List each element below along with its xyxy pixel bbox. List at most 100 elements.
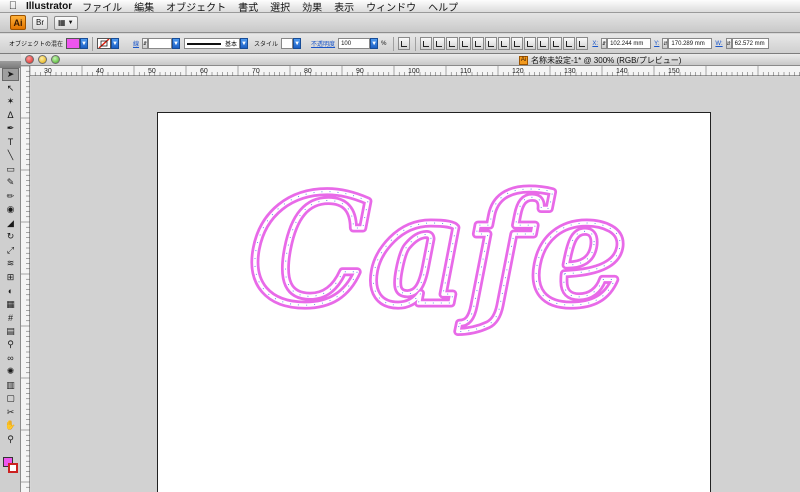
ruler-label: 100	[408, 68, 420, 75]
ruler-label: 120	[512, 68, 524, 75]
graphic-style-swatch[interactable]	[281, 38, 294, 49]
paintbrush-tool-icon[interactable]: ✎	[2, 176, 19, 189]
minimize-window-icon[interactable]	[38, 55, 47, 64]
menu-object[interactable]: オブジェクト	[166, 0, 226, 14]
align-top-icon[interactable]	[459, 37, 472, 50]
menu-edit[interactable]: 編集	[134, 0, 154, 14]
close-window-icon[interactable]	[25, 55, 34, 64]
x-input[interactable]: 102.244 mm	[607, 38, 652, 49]
ruler-label: 50	[148, 68, 156, 75]
distribute-bottom-icon[interactable]	[524, 37, 537, 50]
zoom-tool-icon[interactable]: ⚲	[2, 433, 19, 446]
eyedropper-tool-icon[interactable]: ⚲	[2, 338, 19, 351]
arrange-documents-button[interactable]: ▦ ▼	[54, 15, 78, 30]
align-right-icon[interactable]	[446, 37, 459, 50]
document-title-bar: Ai 名称未設定-1* @ 300% (RGB/プレビュー)	[21, 54, 800, 66]
stroke-profile-dropdown-icon[interactable]: ▼	[240, 38, 249, 49]
illustrator-screen:  Illustrator ファイル 編集 オブジェクト 書式 選択 効果 表示…	[0, 0, 800, 492]
column-graph-tool-icon[interactable]: ▥	[2, 379, 19, 392]
stroke-color-box[interactable]	[8, 463, 18, 473]
scale-tool-icon[interactable]: ⤢	[2, 244, 19, 257]
eraser-tool-icon[interactable]: ◢	[2, 217, 19, 230]
control-bar: オブジェクトの混在 ▼ ▼ 線 ⇵ ▼ 基本 ▼ スタイル ▼ 不透明度 100…	[0, 34, 800, 54]
symbol-sprayer-tool-icon[interactable]: ✺	[2, 365, 19, 378]
divider	[393, 36, 395, 51]
fill-dropdown-icon[interactable]: ▼	[80, 38, 89, 49]
menu-type[interactable]: 書式	[238, 0, 258, 14]
selection-tool-icon[interactable]: ➤	[2, 68, 19, 81]
app-name-menu[interactable]: Illustrator	[26, 1, 72, 12]
artwork-layer: Cafe Cafe Cafe	[246, 159, 632, 344]
stroke-none-swatch[interactable]	[97, 38, 112, 49]
divider	[92, 36, 94, 51]
line-tool-icon[interactable]: ╲	[2, 149, 19, 162]
gradient-tool-icon[interactable]: ▤	[2, 325, 19, 338]
free-transform-tool-icon[interactable]: ⊞	[2, 271, 19, 284]
y-input[interactable]: 170.289 mm	[668, 38, 713, 49]
magic-wand-tool-icon[interactable]: ✶	[2, 95, 19, 108]
menu-select[interactable]: 選択	[270, 0, 290, 14]
align-bottom-icon[interactable]	[485, 37, 498, 50]
distribute-left-icon[interactable]	[537, 37, 550, 50]
direct-selection-tool-icon[interactable]: ↖	[2, 82, 19, 95]
blend-tool-icon[interactable]: ∞	[2, 352, 19, 365]
horizontal-ruler[interactable]: 30 40 50 60 70 80 90 100 110 120 130 140 150	[29, 66, 800, 76]
apple-icon[interactable]: 	[0, 0, 26, 12]
stroke-label-link[interactable]: 線	[133, 39, 139, 48]
graphic-style-dropdown-icon[interactable]: ▼	[293, 38, 302, 49]
stroke-weight-dropdown-icon[interactable]: ▼	[172, 38, 181, 49]
stroke-dropdown-icon[interactable]: ▼	[111, 38, 120, 49]
align-left-icon[interactable]	[420, 37, 433, 50]
slice-tool-icon[interactable]: ✂	[2, 406, 19, 419]
align-to-icon[interactable]	[576, 37, 589, 50]
rectangle-tool-icon[interactable]: ▭	[2, 163, 19, 176]
w-input[interactable]: 62.572 mm	[731, 38, 769, 49]
opacity-label-link[interactable]: 不透明度	[311, 39, 335, 48]
rotate-tool-icon[interactable]: ↻	[2, 230, 19, 243]
type-tool-icon[interactable]: T	[2, 136, 19, 149]
perspective-tool-icon[interactable]: ▦	[2, 298, 19, 311]
ruler-label: 30	[44, 68, 52, 75]
distribute-horizontal-center-icon[interactable]	[550, 37, 563, 50]
menu-file[interactable]: ファイル	[82, 0, 122, 14]
cafe-anchor-points: Cafe	[250, 163, 627, 339]
artboard-tool-icon[interactable]: ▢	[2, 392, 19, 405]
stroke-profile-select[interactable]: 基本	[184, 38, 241, 49]
canvas-area[interactable]: Cafe Cafe Cafe	[31, 77, 800, 492]
zoom-window-icon[interactable]	[51, 55, 60, 64]
opacity-input[interactable]: 100	[338, 38, 371, 49]
vertical-ruler-ticks	[21, 65, 30, 488]
menu-view[interactable]: 表示	[334, 0, 354, 14]
vertical-ruler[interactable]	[21, 65, 30, 492]
lasso-tool-icon[interactable]: ᐃ	[2, 109, 19, 122]
warp-tool-icon[interactable]: ≋	[2, 257, 19, 270]
stroke-weight-input[interactable]	[148, 38, 173, 49]
opacity-unit: %	[381, 40, 387, 47]
blob-brush-tool-icon[interactable]: ◉	[2, 203, 19, 216]
artboard[interactable]: Cafe Cafe Cafe	[157, 112, 711, 492]
y-label[interactable]: Y:	[654, 41, 659, 47]
tools-panel-header[interactable]	[0, 61, 20, 68]
fill-color-swatch[interactable]	[66, 38, 81, 49]
x-label[interactable]: X:	[592, 41, 598, 47]
distribute-right-icon[interactable]	[563, 37, 576, 50]
ruler-label: 130	[564, 68, 576, 75]
opacity-dropdown-icon[interactable]: ▼	[370, 38, 379, 49]
align-horizontal-center-icon[interactable]	[433, 37, 446, 50]
distribute-vertical-center-icon[interactable]	[511, 37, 524, 50]
pencil-tool-icon[interactable]: ✏	[2, 190, 19, 203]
shape-builder-tool-icon[interactable]: ◐	[2, 284, 19, 297]
divider	[415, 36, 417, 51]
cafe-lettering[interactable]: Cafe Cafe Cafe	[246, 159, 632, 344]
pen-tool-icon[interactable]: ✒	[2, 122, 19, 135]
reference-point-icon[interactable]	[398, 37, 411, 50]
hand-tool-icon[interactable]: ✋	[2, 419, 19, 432]
bridge-button[interactable]: Br	[32, 15, 48, 30]
w-label[interactable]: W:	[715, 41, 722, 47]
distribute-top-icon[interactable]	[498, 37, 511, 50]
menu-window[interactable]: ウィンドウ	[366, 0, 416, 14]
menu-help[interactable]: ヘルプ	[428, 0, 458, 14]
menu-effect[interactable]: 効果	[302, 0, 322, 14]
mesh-tool-icon[interactable]: #	[2, 311, 19, 324]
align-vertical-center-icon[interactable]	[472, 37, 485, 50]
